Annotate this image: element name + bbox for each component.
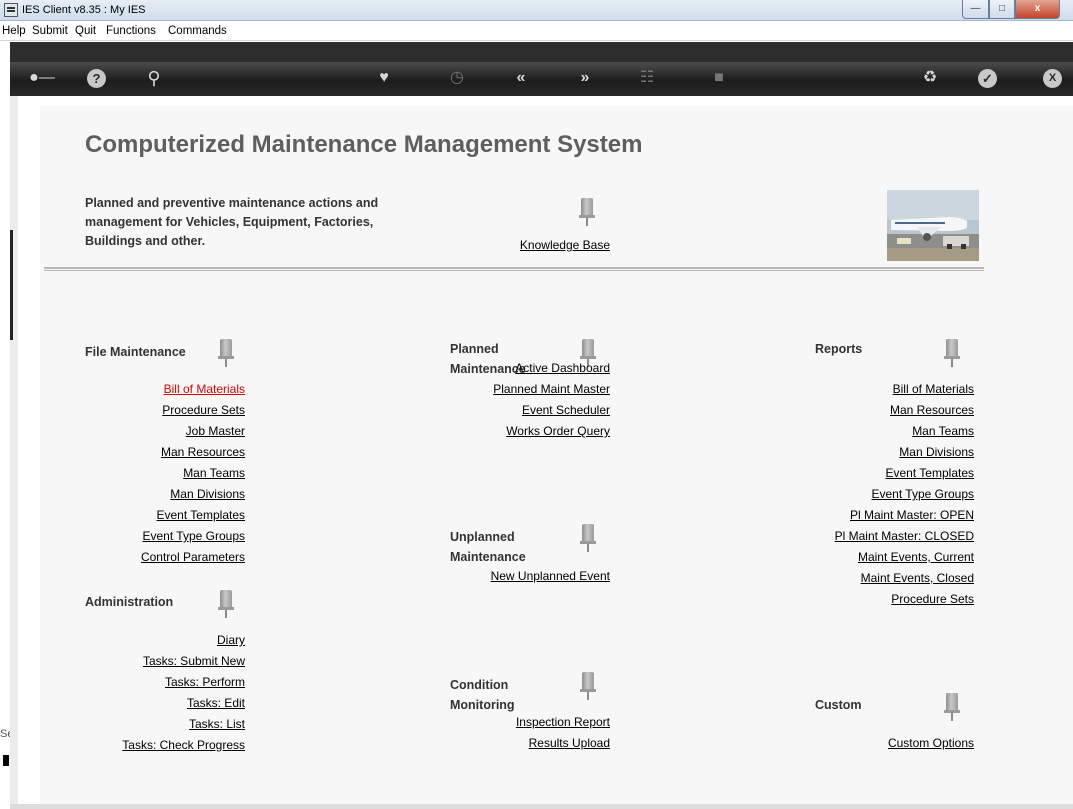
page-title: Computerized Maintenance Management Syst… — [85, 131, 643, 158]
section-title-unplanned-maintenance: Unplanned Maintenance — [450, 527, 526, 567]
link-report-man-divisions[interactable]: Man Divisions — [815, 442, 974, 463]
link-man-divisions[interactable]: Man Divisions — [85, 484, 245, 505]
pin-icon[interactable] — [580, 524, 596, 552]
help-icon[interactable]: ? — [87, 69, 106, 88]
section-title-reports: Reports — [815, 342, 863, 356]
section-title-custom: Custom — [815, 698, 862, 712]
unplanned-maintenance-links: New Unplanned Event — [450, 566, 610, 587]
pin-icon[interactable] — [218, 339, 234, 367]
link-custom-options[interactable]: Custom Options — [815, 733, 974, 754]
link-report-maint-events-current[interactable]: Maint Events, Current — [815, 547, 974, 568]
link-results-upload[interactable]: Results Upload — [450, 733, 610, 754]
forward-icon[interactable]: » — [574, 67, 596, 89]
link-tasks-edit[interactable]: Tasks: Edit — [85, 693, 245, 714]
link-tasks-list[interactable]: Tasks: List — [85, 714, 245, 735]
link-report-procedure-sets[interactable]: Procedure Sets — [815, 589, 974, 610]
link-tasks-perform[interactable]: Tasks: Perform — [85, 672, 245, 693]
link-man-resources[interactable]: Man Resources — [85, 442, 245, 463]
window-title: IES Client v8.35 : My IES — [22, 4, 146, 16]
menu-bar: Help Submit Quit Functions Commands — [0, 21, 1073, 41]
link-tasks-submit-new[interactable]: Tasks: Submit New — [85, 651, 245, 672]
link-report-pl-maint-master-closed[interactable]: Pl Maint Master: CLOSED — [815, 526, 974, 547]
section-title-line: Condition — [450, 678, 509, 692]
file-maintenance-links: Bill of Materials Procedure Sets Job Mas… — [85, 379, 245, 568]
recycle-icon[interactable]: ♻ — [919, 67, 941, 89]
section-title-file-maintenance: File Maintenance — [85, 345, 186, 359]
minimize-icon[interactable]: — — [962, 0, 989, 19]
section-title-condition-monitoring: Condition Monitoring — [450, 675, 515, 715]
back-icon[interactable]: « — [510, 67, 532, 89]
section-title-line: Unplanned — [450, 530, 515, 544]
link-man-teams[interactable]: Man Teams — [85, 463, 245, 484]
toolbar-frame — [10, 42, 1073, 62]
link-event-templates[interactable]: Event Templates — [85, 505, 246, 526]
link-report-man-resources[interactable]: Man Resources — [815, 400, 974, 421]
administration-links: Diary Tasks: Submit New Tasks: Perform T… — [85, 630, 245, 756]
pin-icon[interactable] — [579, 198, 595, 226]
section-title-administration: Administration — [85, 595, 174, 609]
link-works-order-query[interactable]: Works Order Query — [450, 421, 610, 442]
pin-icon[interactable] — [944, 339, 960, 367]
menu-quit[interactable]: Quit — [75, 25, 96, 37]
link-diary[interactable]: Diary — [85, 630, 245, 651]
cmms-page: Computerized Maintenance Management Syst… — [40, 106, 1073, 809]
link-report-bill-of-materials[interactable]: Bill of Materials — [815, 379, 974, 400]
check-icon[interactable]: ✓ — [978, 69, 997, 88]
link-job-master[interactable]: Job Master — [85, 421, 245, 442]
stop-icon[interactable]: ■ — [708, 67, 730, 89]
section-title-line: Maintenance — [450, 550, 526, 564]
close-window-icon[interactable]: x — [1015, 0, 1060, 19]
link-report-man-teams[interactable]: Man Teams — [815, 421, 974, 442]
menu-commands[interactable]: Commands — [168, 25, 227, 37]
session-icon[interactable] — [3, 755, 9, 766]
link-procedure-sets[interactable]: Procedure Sets — [85, 400, 245, 421]
status-bar — [10, 804, 1073, 809]
menu-help[interactable]: Help — [2, 25, 26, 37]
link-new-unplanned-event[interactable]: New Unplanned Event — [450, 566, 610, 587]
link-report-event-type-groups[interactable]: Event Type Groups — [815, 484, 974, 505]
window-title-bar: IES Client v8.35 : My IES — □ x — [0, 0, 1073, 21]
menu-submit[interactable]: Submit — [32, 25, 68, 37]
link-report-pl-maint-master-open[interactable]: Pl Maint Master: OPEN — [815, 505, 974, 526]
session-label: Ses — [0, 728, 10, 740]
link-active-dashboard[interactable]: Active Dashboard — [450, 358, 610, 379]
link-event-type-groups[interactable]: Event Type Groups — [85, 526, 245, 547]
section-title-line: Planned — [450, 342, 499, 356]
custom-links: Custom Options — [815, 733, 974, 754]
header-divider — [44, 267, 984, 271]
link-control-parameters[interactable]: Control Parameters — [85, 547, 245, 568]
planned-maintenance-links: Active Dashboard Planned Maint Master Ev… — [450, 358, 610, 442]
left-panel — [10, 96, 18, 809]
condition-monitoring-links: Inspection Report Results Upload — [450, 712, 610, 754]
close-icon[interactable]: X — [1043, 69, 1062, 88]
link-event-scheduler[interactable]: Event Scheduler — [450, 400, 610, 421]
pin-icon[interactable] — [944, 693, 960, 721]
link-planned-maint-master[interactable]: Planned Maint Master — [450, 379, 610, 400]
heart-icon[interactable]: ♥ — [373, 67, 395, 89]
key-icon[interactable]: ●— — [28, 67, 56, 89]
link-report-maint-events-closed[interactable]: Maint Events, Closed — [815, 568, 974, 589]
menu-functions[interactable]: Functions — [106, 25, 156, 37]
clock-icon[interactable]: ◷ — [446, 67, 468, 89]
search-icon[interactable]: ⚲ — [143, 67, 165, 89]
left-splitter[interactable] — [10, 230, 13, 340]
link-tasks-check-progress[interactable]: Tasks: Check Progress — [85, 735, 245, 756]
link-bill-of-materials[interactable]: Bill of Materials — [85, 379, 245, 400]
app-icon[interactable] — [4, 3, 18, 17]
maximize-icon[interactable]: □ — [989, 0, 1015, 19]
airplane-photo — [887, 190, 979, 261]
reports-links: Bill of Materials Man Resources Man Team… — [815, 379, 974, 610]
pin-icon[interactable] — [580, 672, 596, 700]
knowledge-base-link[interactable]: Knowledge Base — [510, 235, 610, 256]
toolbar: ●— ? ⚲ ♥ ◷ « » ☷ ■ ♻ ✓ X — [10, 42, 1073, 96]
intro-text: Planned and preventive maintenance actio… — [85, 196, 379, 248]
filter-icon[interactable]: ☷ — [636, 67, 658, 89]
link-report-event-templates[interactable]: Event Templates — [815, 463, 975, 484]
link-inspection-report[interactable]: Inspection Report — [450, 712, 610, 733]
pin-icon[interactable] — [218, 590, 234, 618]
main-content: Computerized Maintenance Management Syst… — [18, 96, 1073, 809]
